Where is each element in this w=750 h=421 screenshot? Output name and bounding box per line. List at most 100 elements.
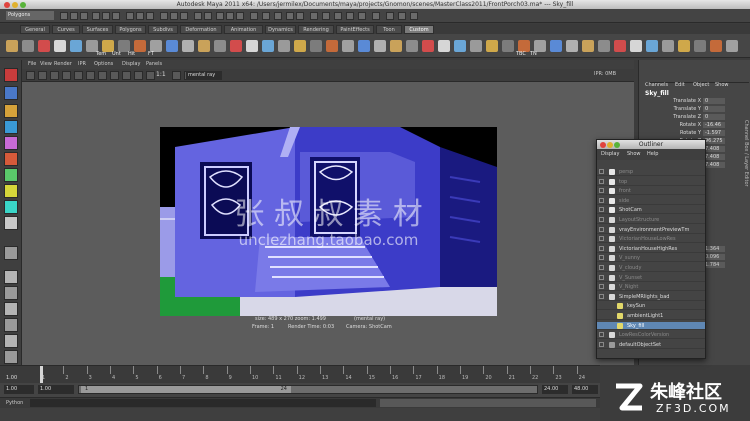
command-input[interactable] [30, 399, 376, 407]
channel-attribute-value[interactable]: 7.408 [703, 162, 725, 168]
outliner-expand-toggle[interactable] [599, 341, 604, 347]
panel-menu-display[interactable]: Display [122, 60, 140, 69]
shelf-tool-icon[interactable] [310, 40, 322, 52]
render-view-tool-icon[interactable] [74, 71, 83, 80]
channel-attribute-value[interactable]: 96.275 [703, 138, 725, 144]
shelf-tool-icon[interactable] [278, 40, 290, 52]
shelf-tab-animation[interactable]: Animation [224, 25, 263, 34]
shelf-tab-surfaces[interactable]: Surfaces [82, 25, 113, 34]
toolbox-tool-icon[interactable] [4, 86, 18, 100]
outliner-expand-toggle[interactable] [599, 284, 604, 290]
status-line-icon[interactable] [310, 12, 318, 20]
channel-attribute-value[interactable]: -1.597 [703, 130, 725, 136]
channel-box-menu-channels[interactable]: Channels [645, 82, 668, 88]
outliner-item[interactable]: ambientLight1 [597, 312, 705, 320]
status-line-icon[interactable] [386, 12, 394, 20]
status-line-icon[interactable] [194, 12, 202, 20]
render-view-tool-icon[interactable] [38, 71, 47, 80]
shelf-tool-icon[interactable] [406, 40, 418, 52]
channel-attribute-value[interactable]: 7.408 [703, 146, 725, 152]
time-slider[interactable]: 1 2 3 4 5 6 7 8 9 10 11 12 13 14 15 16 17 18 19 20 21 22 23 24 1… [0, 365, 600, 383]
panel-menu-view[interactable]: View [40, 60, 52, 69]
shelf-tool-icon[interactable] [246, 40, 258, 52]
shelf-tool-icon[interactable] [38, 40, 50, 52]
channel-box-menu-object[interactable]: Object [693, 82, 709, 88]
outliner-item[interactable]: V_Night [597, 283, 705, 292]
command-language-label[interactable]: Python [6, 400, 23, 406]
status-line-icon[interactable] [60, 12, 68, 20]
shelf-tool-icon[interactable] [214, 40, 226, 52]
shelf-tool-icon[interactable] [710, 40, 722, 52]
shelf-tool-icon[interactable] [646, 40, 658, 52]
shelf-tool-icon[interactable] [566, 40, 578, 52]
shelf-tool-icon[interactable] [694, 40, 706, 52]
outliner-expand-toggle[interactable] [599, 169, 604, 174]
status-line-icon[interactable] [410, 12, 418, 20]
channel-box-menu-edit[interactable]: Edit [675, 82, 685, 88]
outliner-item[interactable]: VictorianHouseLowRes [597, 235, 705, 244]
zoom-window-button[interactable] [20, 2, 26, 8]
shelf-tool-icon[interactable] [342, 40, 354, 52]
outliner-expand-toggle[interactable] [599, 293, 604, 299]
render-view-tool-icon[interactable] [134, 71, 143, 80]
render-view-tool-icon[interactable] [26, 71, 35, 80]
shelf-tab-subdivs[interactable]: Subdivs [148, 25, 178, 34]
channel-attribute-value[interactable]: 0 [703, 98, 725, 104]
channel-attribute-value[interactable]: -16.46 [703, 122, 725, 128]
status-line-icon[interactable] [180, 12, 188, 20]
toolbox-tool-icon[interactable] [4, 136, 18, 150]
shelf-tool-icon[interactable] [470, 40, 482, 52]
panel-menu-render[interactable]: Render [54, 60, 72, 69]
shelf-tool-icon[interactable] [614, 40, 626, 52]
toolbox-tool-icon[interactable] [4, 68, 18, 82]
shelf-tool-icon[interactable] [134, 40, 146, 52]
channel-attribute-value[interactable]: 0 [703, 114, 725, 120]
status-line-icon[interactable] [334, 12, 342, 20]
shelf-tool-icon[interactable] [22, 40, 34, 52]
outliner-expand-toggle[interactable] [599, 197, 604, 203]
status-line-icon[interactable] [236, 12, 244, 20]
shelf-tab-painteffects[interactable]: PaintEffects [336, 25, 374, 34]
shelf-tool-icon[interactable] [390, 40, 402, 52]
toolbox-tool-icon[interactable] [4, 168, 18, 182]
shelf-tab-toon[interactable]: Toon [376, 25, 402, 34]
status-line-icon[interactable] [250, 12, 258, 20]
shelf-tool-icon[interactable] [630, 40, 642, 52]
outliner-item[interactable]: defaultObjectSet [597, 341, 705, 349]
status-line-icon[interactable] [136, 12, 144, 20]
channel-attribute-value[interactable]: 7.408 [703, 154, 725, 160]
toolbox-tool-icon[interactable] [4, 120, 18, 134]
status-line-icon[interactable] [92, 12, 100, 20]
status-line-icon[interactable] [70, 12, 78, 20]
toolbox-tool-icon[interactable] [4, 216, 18, 230]
shelf-tool-icon[interactable] [454, 40, 466, 52]
outliner-item[interactable]: V_sunny [597, 254, 705, 263]
outliner-item[interactable]: ShotCam [597, 206, 705, 215]
outliner-expand-toggle[interactable] [599, 226, 604, 232]
shelf-tool-icon[interactable] [374, 40, 386, 52]
render-view-tool-icon[interactable] [122, 71, 131, 80]
shelf-tool-icon[interactable] [438, 40, 450, 52]
render-view-tool-icon[interactable] [50, 71, 59, 80]
animation-end-field[interactable]: 48.00 [572, 385, 598, 394]
panel-menu-file[interactable]: File [28, 60, 36, 69]
shelf-tool-icon[interactable] [502, 40, 514, 52]
shelf-tool-icon[interactable] [662, 40, 674, 52]
playback-start-field[interactable]: 1.00 [38, 385, 74, 394]
status-line-icon[interactable] [170, 12, 178, 20]
status-line-icon[interactable] [262, 12, 270, 20]
shelf-tool-icon[interactable] [422, 40, 434, 52]
channel-attribute-value[interactable]: 0 [703, 106, 725, 112]
shelf-tab-deformation[interactable]: Deformation [180, 25, 222, 34]
channel-box-menu-show[interactable]: Show [715, 82, 729, 88]
status-line-icon[interactable] [274, 12, 282, 20]
animation-start-field[interactable]: 1.00 [4, 385, 34, 394]
shelf-tool-icon[interactable] [54, 40, 66, 52]
render-view-tool-icon[interactable] [98, 71, 107, 80]
outliner-item[interactable]: SimpleMRlights_bad [597, 293, 705, 301]
channel-extra-value[interactable]: 1.784 [703, 262, 725, 268]
outliner-item[interactable]: V_Sunset [597, 274, 705, 282]
shelf-tab-rendering[interactable]: Rendering [298, 25, 334, 34]
shelf-tool-icon[interactable] [198, 40, 210, 52]
outliner-expand-toggle[interactable] [599, 188, 604, 194]
